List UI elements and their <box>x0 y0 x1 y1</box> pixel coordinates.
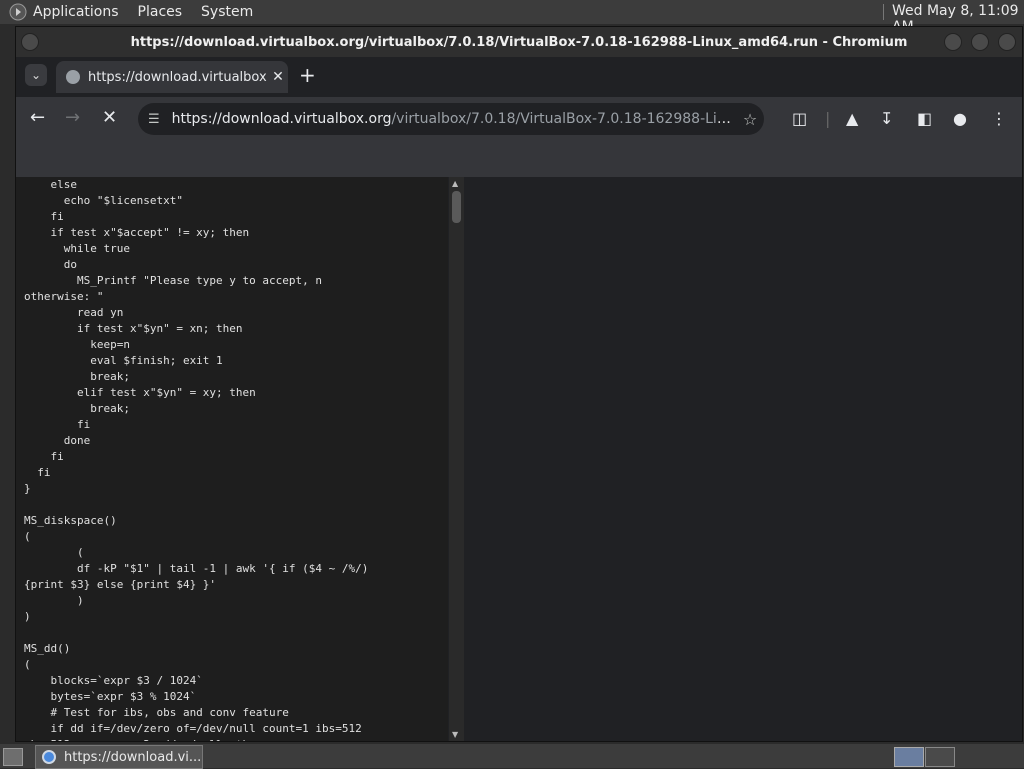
code-line: MS_diskspace() <box>24 514 117 527</box>
scroll-thumb[interactable] <box>452 191 461 223</box>
minimize-button[interactable] <box>944 33 962 51</box>
code-line: echo "$licensetxt" <box>24 194 183 207</box>
side-panel-icon[interactable]: ◧ <box>917 109 932 128</box>
chevron-down-icon: ⌄ <box>30 68 42 82</box>
blank-pane <box>465 177 1022 741</box>
url-path: /virtualbox/7.0.18/VirtualBox-7.0.18-162… <box>391 111 736 127</box>
code-line: if test x"$accept" != xy; then <box>24 226 250 239</box>
code-line: fi <box>24 210 64 223</box>
extensions-icon[interactable]: ◫ <box>792 109 807 128</box>
code-line: bytes=`expr $3 % 1024` <box>24 690 197 703</box>
code-line: fi <box>24 450 64 463</box>
code-line: } <box>24 482 31 495</box>
tab-search-button[interactable]: ⌄ <box>25 64 47 86</box>
script-text-view[interactable]: else echo "$licensetxt" fi if test x"$ac… <box>16 177 448 741</box>
code-line: obs=512 conv=sync 2> /dev/null; then <box>24 737 448 741</box>
code-line: ( <box>24 658 31 671</box>
forward-button[interactable]: → <box>65 107 80 128</box>
bookmark-star-icon[interactable]: ☆ <box>736 110 764 129</box>
code-line: while true <box>24 242 130 255</box>
bottom-panel: https://download.vi... <box>0 744 1024 769</box>
code-line: fi <box>24 466 51 479</box>
code-line: ) <box>24 594 84 607</box>
labs-flask-icon[interactable]: ▲ <box>846 109 858 128</box>
code-line: read yn <box>24 306 124 319</box>
code-line: fi <box>24 418 91 431</box>
code-line: {print $3} else {print $4} }' <box>24 578 217 591</box>
chromium-icon <box>42 750 56 764</box>
menu-applications[interactable]: Applications <box>33 4 119 20</box>
menu-places[interactable]: Places <box>138 4 183 20</box>
downloads-icon[interactable]: ↧ <box>880 109 893 128</box>
code-line: ( <box>24 530 31 543</box>
profile-avatar-icon[interactable]: ● <box>953 109 967 128</box>
window-titlebar[interactable]: https://download.virtualbox.org/virtualb… <box>16 27 1022 57</box>
scroll-up-arrow-icon[interactable]: ▲ <box>452 179 458 188</box>
tab-strip: ⌄ https://download.virtualbox.o ✕ + <box>16 59 1022 95</box>
gnome-foot-icon[interactable] <box>9 3 27 21</box>
back-button[interactable]: ← <box>30 107 45 128</box>
code-line: df -kP "$1" | tail -1 | awk '{ if ($4 ~ … <box>24 562 369 575</box>
menu-system[interactable]: System <box>201 4 253 20</box>
window-title: https://download.virtualbox.org/virtualb… <box>130 34 908 50</box>
maximize-button[interactable] <box>971 33 989 51</box>
code-line: MS_Printf "Please type y to accept, n <box>24 274 323 287</box>
tab-active[interactable]: https://download.virtualbox.o ✕ <box>56 61 288 93</box>
more-menu-icon[interactable]: ⋮ <box>991 109 1007 128</box>
close-tab-icon[interactable]: ✕ <box>268 69 288 85</box>
tab-title: https://download.virtualbox.o <box>88 69 268 85</box>
vertical-scrollbar[interactable]: ▲ ▼ <box>449 177 464 741</box>
code-line: break; <box>24 370 130 383</box>
taskbar-chromium-window[interactable]: https://download.vi... <box>35 745 203 769</box>
window-menu-icon[interactable] <box>21 33 39 51</box>
show-desktop-icon[interactable] <box>3 748 23 766</box>
code-line: MS_dd() <box>24 642 71 655</box>
browser-window: https://download.virtualbox.org/virtualb… <box>15 26 1023 742</box>
address-bar[interactable]: ☰ https://download.virtualbox.org/virtua… <box>138 103 764 135</box>
code-line: if dd if=/dev/zero of=/dev/null count=1 … <box>24 722 362 735</box>
code-line: if test x"$yn" = xn; then <box>24 322 243 335</box>
page-content: else echo "$licensetxt" fi if test x"$ac… <box>16 177 1022 741</box>
code-line: do <box>24 258 77 271</box>
url-text[interactable]: https://download.virtualbox.org/virtualb… <box>172 111 736 127</box>
stop-loading-button[interactable]: ✕ <box>102 107 117 128</box>
panel-separator <box>883 4 884 20</box>
site-info-icon[interactable]: ☰ <box>148 112 160 127</box>
code-line: elif test x"$yn" = xy; then <box>24 386 256 399</box>
url-host: https://download.virtualbox.org <box>171 111 392 127</box>
toolbar: ← → ✕ ☰ https://download.virtualbox.org/… <box>16 97 1022 141</box>
code-line: blocks=`expr $3 / 1024` <box>24 674 203 687</box>
code-line: # Test for ibs, obs and conv feature <box>24 706 289 719</box>
toolbar-divider: | <box>825 109 831 128</box>
scroll-down-arrow-icon[interactable]: ▼ <box>452 730 458 739</box>
close-window-button[interactable] <box>998 33 1016 51</box>
workspace-2[interactable] <box>925 747 955 767</box>
bookmarks-bar <box>16 141 1022 177</box>
code-line: break; <box>24 402 130 415</box>
globe-icon <box>66 70 80 84</box>
code-line: else <box>24 178 77 191</box>
code-line: done <box>24 434 91 447</box>
taskbar-window-label: https://download.vi... <box>64 749 202 765</box>
top-panel: Applications Places System Wed May 8, 11… <box>0 0 1024 35</box>
code-line: ) <box>24 610 31 623</box>
new-tab-button[interactable]: + <box>299 63 316 87</box>
workspace-1[interactable] <box>894 747 924 767</box>
code-line: keep=n <box>24 338 130 351</box>
code-line: otherwise: " <box>24 290 104 303</box>
code-line: ( <box>24 546 84 559</box>
code-line: eval $finish; exit 1 <box>24 354 223 367</box>
